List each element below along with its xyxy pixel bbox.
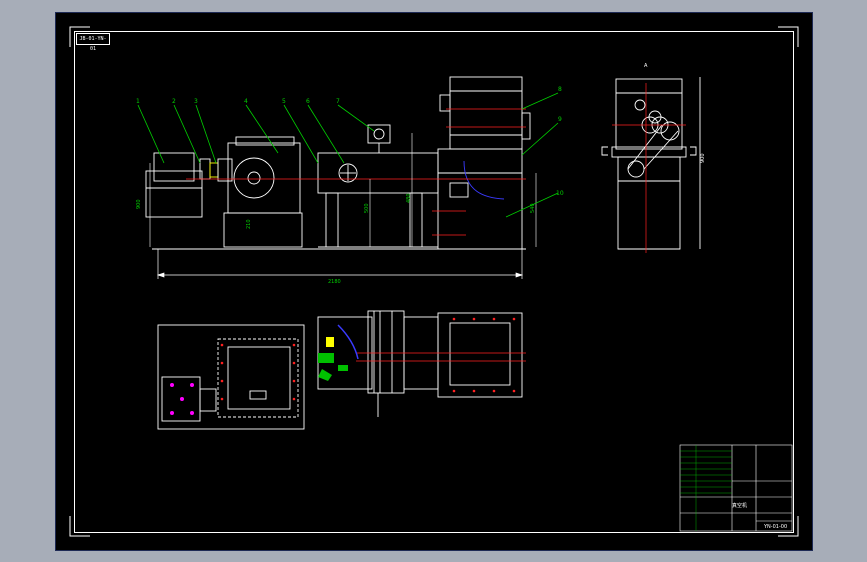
- extruder-cylinder: [317, 152, 439, 194]
- callout-1: 1: [136, 98, 140, 105]
- gear-circle: [233, 157, 275, 199]
- dim-height-4: 210: [246, 219, 252, 229]
- callout-8: 8: [558, 86, 562, 93]
- callout-3: 3: [194, 98, 198, 105]
- pulley: [627, 160, 645, 178]
- center-lines: [186, 108, 526, 236]
- dim-height-6: 540: [530, 203, 536, 213]
- plan-center-lines: [356, 352, 526, 362]
- gearbox: [227, 142, 301, 214]
- cad-drawing: 1 2 3 4 5 6 7 8 9 10 2180 900 500 480 21…: [69, 26, 799, 537]
- plan-chamber: [437, 312, 523, 398]
- callout-9: 9: [558, 116, 562, 123]
- side-center-lines: [612, 83, 686, 253]
- corner-marks: [69, 26, 799, 537]
- callout-numbers: 1 2 3 4 5 6 7 8 9 10: [136, 86, 564, 197]
- dim-height-2: 500: [364, 203, 370, 213]
- dim-height-1: 900: [136, 199, 142, 209]
- gearbox-stand: [223, 212, 303, 248]
- motor-body: [153, 152, 195, 182]
- callout-10: 10: [556, 190, 564, 197]
- side-height-label: 900: [700, 153, 706, 163]
- dim-height-3: 480: [406, 193, 412, 203]
- callout-2: 2: [172, 98, 176, 105]
- plan-colored-details: [318, 324, 359, 381]
- title-block-rows: [680, 445, 732, 531]
- drawing-sheet: JB-01-YN-01 1 2 3 4 5 6 7 8 9 10 2180 90…: [55, 12, 813, 551]
- title-block-drawing-no: YN-01-00: [763, 524, 787, 530]
- magenta-bolts: [170, 383, 194, 415]
- plan-cylinder: [367, 310, 405, 394]
- side-view: [601, 77, 701, 250]
- side-housing: [615, 78, 683, 150]
- vacuum-chamber: [437, 148, 523, 250]
- callout-5: 5: [282, 98, 286, 105]
- overall-length-label: 2180: [328, 279, 341, 285]
- callout-7: 7: [336, 98, 340, 105]
- side-arrow-label: A: [644, 63, 648, 69]
- title-block: [679, 444, 793, 532]
- title-block-name: 真空机: [732, 502, 747, 509]
- vacuum-port: [367, 124, 391, 144]
- dimension-texts: 2180 900 500 480 210 540: [136, 193, 536, 285]
- callout-4: 4: [244, 98, 248, 105]
- mixer-housing: [449, 76, 523, 150]
- callout-6: 6: [306, 98, 310, 105]
